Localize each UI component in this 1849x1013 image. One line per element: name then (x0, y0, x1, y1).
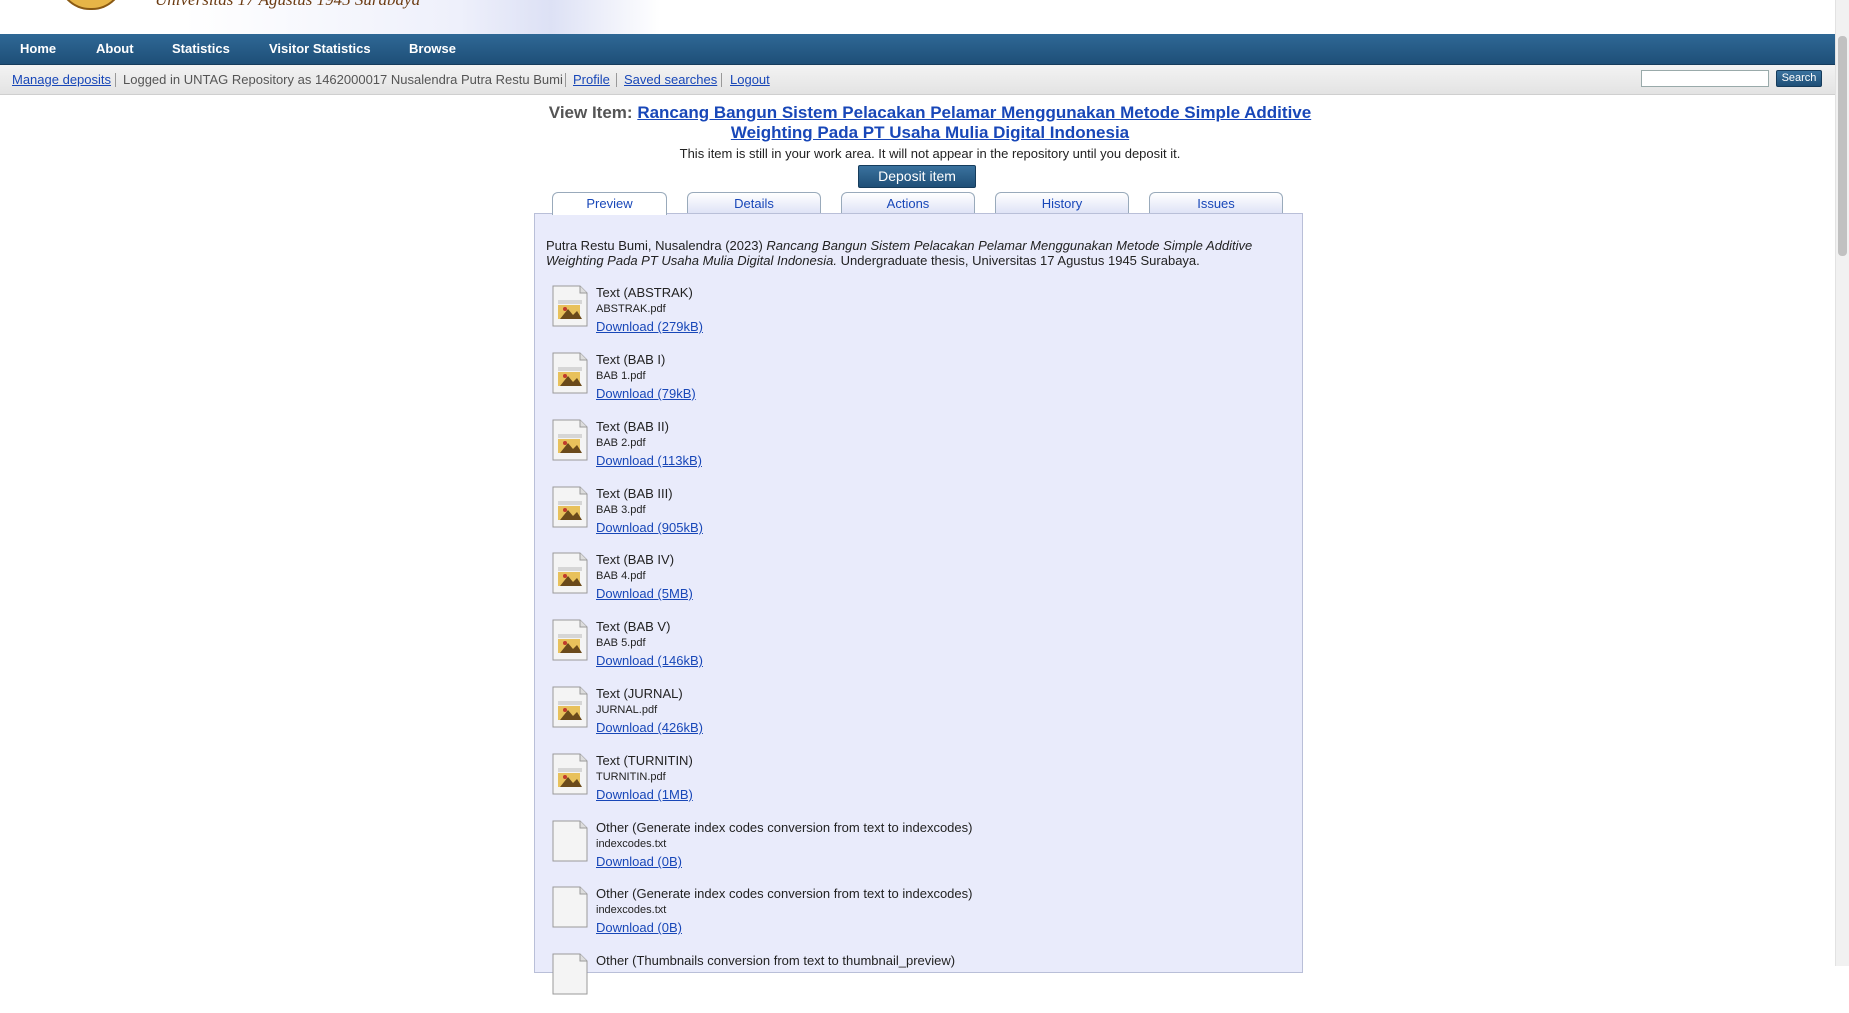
document-filename: indexcodes.txt (596, 904, 667, 916)
document-row: Other (Thumbnails conversion from text t… (552, 953, 1152, 1013)
pdf-doc-icon[interactable] (552, 352, 588, 394)
document-filename: JURNAL.pdf (596, 704, 658, 716)
work-area-note: This item is still in your work area. It… (679, 146, 1181, 161)
download-link[interactable]: Download (113kB) (596, 453, 702, 468)
menu-statistics[interactable]: Statistics (172, 34, 230, 64)
menu-visitor-statistics[interactable]: Visitor Statistics (269, 34, 371, 64)
document-row: Text (BAB I) BAB 1.pdf Download (79kB) (552, 352, 1152, 412)
document-kind: Other (Generate index codes conversion f… (596, 820, 973, 835)
pdf-doc-icon[interactable] (552, 686, 588, 728)
tab-actions[interactable]: Actions (841, 192, 975, 213)
download-link[interactable]: Download (0B) (596, 920, 682, 935)
document-row: Text (ABSTRAK) ABSTRAK.pdf Download (279… (552, 285, 1152, 345)
document-row: Text (JURNAL) JURNAL.pdf Download (426kB… (552, 686, 1152, 746)
header-banner: Universitas 17 Agustus 1945 Surabaya (0, 0, 1836, 34)
tab-preview[interactable]: Preview (552, 192, 667, 215)
document-filename: BAB 3.pdf (596, 504, 646, 516)
logout-link[interactable]: Logout (730, 65, 770, 94)
document-filename: BAB 1.pdf (596, 370, 646, 382)
download-link[interactable]: Download (0B) (596, 854, 682, 869)
download-link[interactable]: Download (79kB) (596, 386, 696, 401)
document-row: Other (Generate index codes conversion f… (552, 886, 1152, 946)
document-filename: BAB 4.pdf (596, 570, 646, 582)
pdf-doc-icon[interactable] (552, 753, 588, 795)
blank-doc-icon[interactable] (552, 820, 588, 862)
download-link[interactable]: Download (426kB) (596, 720, 703, 735)
page-title: View Item: Rancang Bangun Sistem Pelacak… (530, 103, 1330, 143)
document-row: Text (BAB III) BAB 3.pdf Download (905kB… (552, 486, 1152, 546)
separator (115, 73, 116, 87)
document-kind: Text (BAB V) (596, 619, 671, 634)
document-row: Text (BAB II) BAB 2.pdf Download (113kB) (552, 419, 1152, 479)
login-bar: Manage deposits Logged in UNTAG Reposito… (0, 65, 1836, 95)
document-row: Text (BAB IV) BAB 4.pdf Download (5MB) (552, 552, 1152, 612)
title-prefix: View Item: (548, 103, 633, 122)
pdf-doc-icon[interactable] (552, 285, 588, 327)
saved-searches-link[interactable]: Saved searches (624, 65, 717, 94)
document-kind: Other (Generate index codes conversion f… (596, 886, 973, 901)
download-link[interactable]: Download (5MB) (596, 586, 693, 601)
blank-doc-icon[interactable] (552, 886, 588, 928)
document-filename: TURNITIN.pdf (596, 771, 666, 783)
separator (721, 73, 722, 87)
manage-deposits-link[interactable]: Manage deposits (12, 65, 111, 94)
document-kind: Text (BAB IV) (596, 552, 675, 567)
pdf-doc-icon[interactable] (552, 419, 588, 461)
deposit-item-button[interactable]: Deposit item (858, 165, 976, 188)
document-filename: indexcodes.txt (596, 838, 667, 850)
scrollbar-thumb[interactable] (1838, 36, 1847, 256)
download-link[interactable]: Download (905kB) (596, 520, 703, 535)
tab-history[interactable]: History (995, 192, 1129, 213)
document-row: Text (TURNITIN) TURNITIN.pdf Download (1… (552, 753, 1152, 813)
search-button[interactable]: Search (1776, 70, 1822, 87)
item-title-link-line1[interactable]: Rancang Bangun Sistem Pelacakan Pelamar … (637, 103, 1311, 122)
citation-rest: Undergraduate thesis, Universitas 17 Agu… (840, 253, 1200, 268)
document-row: Other (Generate index codes conversion f… (552, 820, 1152, 880)
download-link[interactable]: Download (1MB) (596, 787, 693, 802)
menu-about[interactable]: About (96, 34, 134, 64)
pdf-doc-icon[interactable] (552, 552, 588, 594)
separator (565, 73, 566, 87)
tab-issues[interactable]: Issues (1149, 192, 1283, 213)
download-link[interactable]: Download (279kB) (596, 319, 703, 334)
citation: Putra Restu Bumi, Nusalendra (2023) Ranc… (546, 238, 1296, 268)
document-filename: ABSTRAK.pdf (596, 303, 666, 315)
document-filename: BAB 2.pdf (596, 437, 646, 449)
main-menu: Home About Statistics Visitor Statistics… (0, 34, 1836, 65)
profile-link[interactable]: Profile (573, 65, 610, 94)
document-row: Text (BAB V) BAB 5.pdf Download (146kB) (552, 619, 1152, 679)
tab-details[interactable]: Details (687, 192, 821, 213)
citation-authors: Putra Restu Bumi, Nusalendra (2023) (546, 238, 763, 253)
document-kind: Text (BAB II) (596, 419, 669, 434)
document-filename: BAB 5.pdf (596, 637, 646, 649)
blank-doc-icon[interactable] (552, 953, 588, 995)
search-input[interactable] (1641, 70, 1769, 87)
menu-browse[interactable]: Browse (409, 34, 456, 64)
university-logo-icon (58, 0, 124, 10)
document-kind: Text (BAB III) (596, 486, 673, 501)
document-kind: Text (ABSTRAK) (596, 285, 693, 300)
item-title-link-line2[interactable]: Weighting Pada PT Usaha Mulia Digital In… (731, 123, 1129, 142)
pdf-doc-icon[interactable] (552, 486, 588, 528)
logged-in-status: Logged in UNTAG Repository as 1462000017… (123, 72, 563, 87)
separator (616, 73, 617, 87)
pdf-doc-icon[interactable] (552, 619, 588, 661)
document-kind: Text (BAB I) (596, 352, 666, 367)
university-logo-text: Universitas 17 Agustus 1945 Surabaya (155, 0, 420, 10)
document-kind: Text (JURNAL) (596, 686, 683, 701)
document-kind: Text (TURNITIN) (596, 753, 693, 768)
download-link[interactable]: Download (146kB) (596, 653, 703, 668)
menu-home[interactable]: Home (20, 34, 56, 64)
vertical-scrollbar[interactable] (1835, 0, 1849, 966)
